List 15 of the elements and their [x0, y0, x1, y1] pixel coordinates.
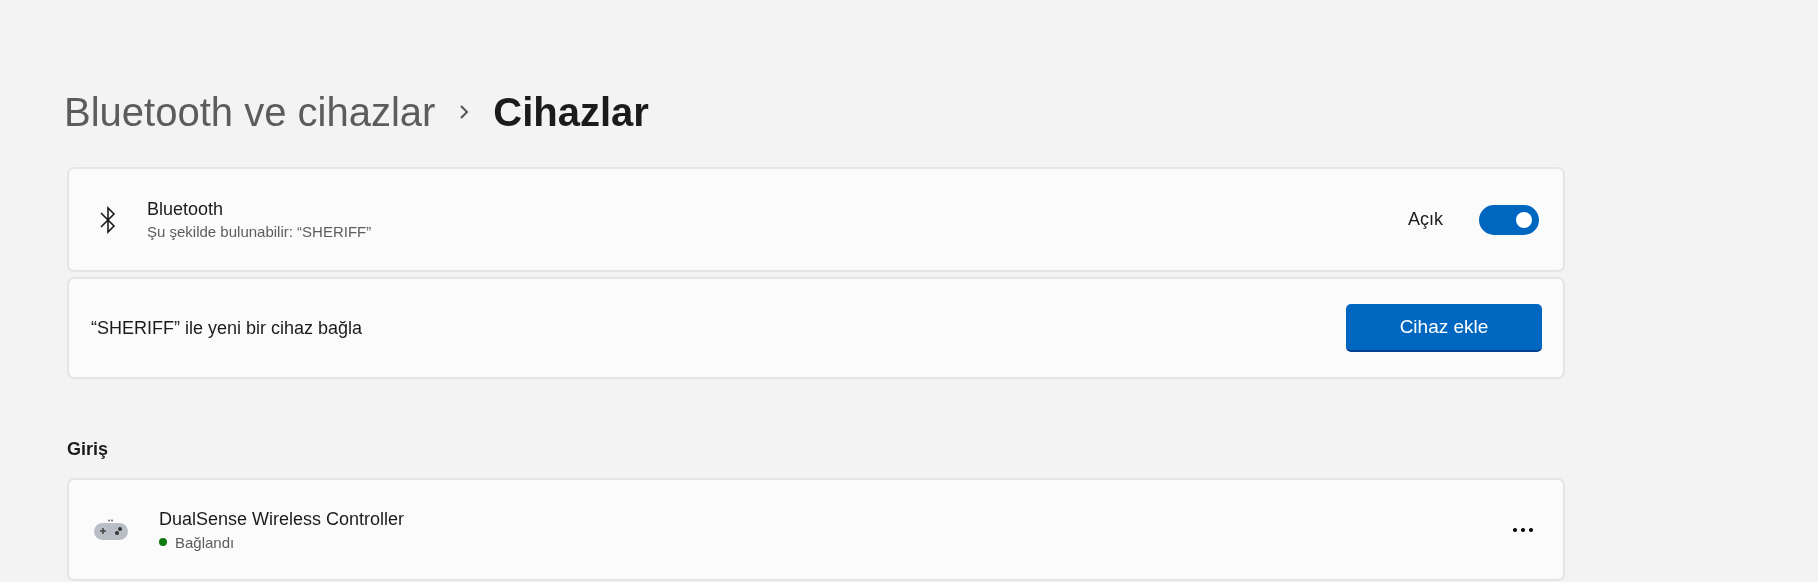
toggle-switch[interactable]: [1479, 204, 1539, 235]
device-card[interactable]: DualSense Wireless Controller Bağlandı: [67, 478, 1565, 581]
bluetooth-icon: [99, 204, 117, 235]
setting-description: Şu şekilde bulunabilir: “SHERIFF”: [147, 223, 373, 240]
add-device-label: “SHERIFF” ile yeni bir cihaz bağla: [91, 317, 363, 339]
add-device-button[interactable]: Cihaz ekle: [1346, 304, 1542, 352]
gamepad-icon: [93, 517, 129, 542]
device-name: DualSense Wireless Controller: [159, 508, 406, 530]
toggle-state-label: Açık: [1408, 209, 1443, 230]
device-status: Bağlandı: [175, 533, 235, 551]
section-heading: Giriş: [67, 438, 110, 461]
breadcrumb-link[interactable]: Bluetooth ve cihazlar: [64, 89, 436, 135]
more-options-icon[interactable]: [1513, 527, 1533, 532]
setting-title: Bluetooth: [147, 199, 225, 220]
page-title: Cihazlar: [493, 89, 649, 135]
